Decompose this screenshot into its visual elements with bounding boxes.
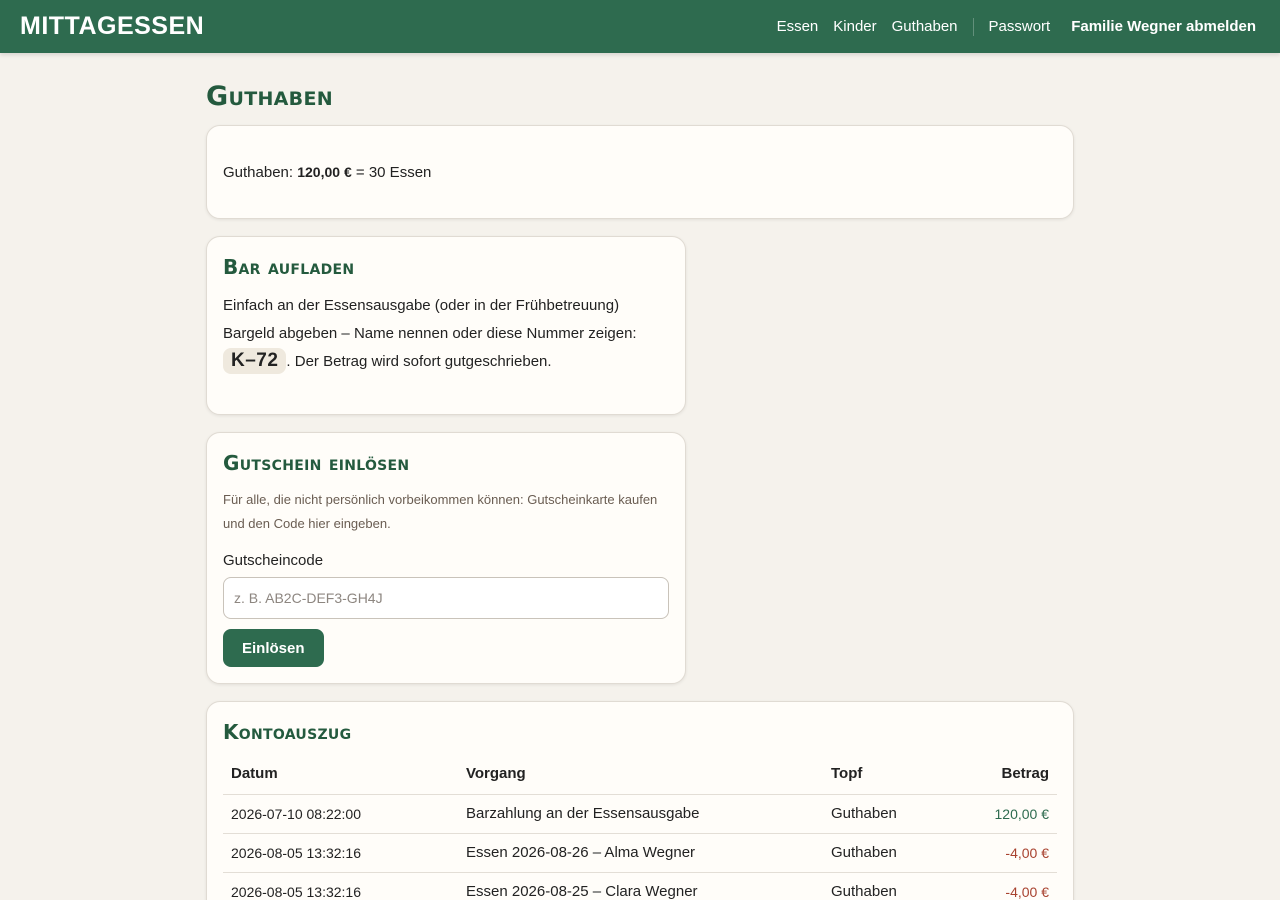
voucher-title: Gutschein einlösen — [223, 451, 410, 475]
balance-meals: = 30 Essen — [355, 163, 432, 181]
page-title: Guthaben — [206, 81, 333, 112]
statement-table: Datum Vorgang Topf Betrag 2026-07-10 08:… — [223, 757, 1057, 900]
nav-kinder[interactable]: Kinder — [833, 18, 876, 35]
table-row: 2026-07-10 08:22:00 Barzahlung an der Es… — [223, 794, 1057, 834]
row-amount: 120,00 € — [948, 794, 1057, 834]
brand-logo[interactable]: Mittagessen — [20, 12, 204, 41]
balance-amount: 120,00 € — [297, 163, 352, 180]
statement-card: Kontoauszug Datum Vorgang Topf Betrag 20… — [206, 701, 1074, 900]
nav-essen[interactable]: Essen — [777, 18, 819, 35]
voucher-card: Gutschein einlösen Für alle, die nicht p… — [206, 432, 686, 684]
balance-card: Guthaben: 120,00 € = 30 Essen — [206, 125, 1074, 219]
row-date: 2026-07-10 08:22:00 — [223, 794, 458, 834]
nav-guthaben[interactable]: Guthaben — [892, 18, 958, 35]
table-row: 2026-08-05 13:32:16 Essen 2026-08-25 – C… — [223, 872, 1057, 900]
row-amount: -4,00 € — [948, 833, 1057, 873]
row-description: Essen 2026-08-26 – Alma Wegner — [458, 833, 823, 873]
voucher-code-label: Gutscheincode — [223, 552, 324, 569]
top-navbar: Mittagessen Essen Kinder Guthaben Passwo… — [0, 0, 1280, 53]
row-date: 2026-08-05 13:32:16 — [223, 833, 458, 873]
voucher-hint: Für alle, die nicht persönlich vorbeikom… — [223, 492, 658, 531]
statement-title: Kontoauszug — [223, 720, 352, 744]
row-description: Barzahlung an der Essensausgabe — [458, 794, 823, 834]
balance-line: Guthaben: 120,00 € = 30 Essen — [223, 164, 431, 181]
cash-topup-title: Bar aufladen — [223, 255, 355, 279]
logout-link[interactable]: Familie Wegner abmelden — [1071, 18, 1256, 35]
redeem-button[interactable]: Einlösen — [223, 629, 324, 667]
table-header-row: Datum Vorgang Topf Betrag — [223, 757, 1057, 795]
balance-label: Guthaben: — [223, 163, 294, 181]
column-header-vorgang: Vorgang — [458, 757, 823, 795]
column-header-topf: Topf — [823, 757, 949, 795]
cash-text-after: . Der Betrag wird sofort gutgeschrieben. — [286, 353, 552, 370]
cash-topup-text: Einfach an der Essensausgabe (oder in de… — [223, 292, 669, 398]
row-pot: Guthaben — [823, 794, 949, 834]
voucher-code-input[interactable] — [223, 577, 669, 619]
nav-divider — [972, 17, 974, 36]
customer-code-badge: K–72 — [223, 348, 287, 374]
cash-topup-card: Bar aufladen Einfach an der Essensausgab… — [206, 236, 686, 415]
main-nav: Essen Kinder Guthaben Passwort Familie W… — [777, 17, 1256, 36]
row-amount: -4,00 € — [948, 872, 1057, 900]
main-content: Guthaben Guthaben: 120,00 € = 30 Essen B… — [206, 53, 1074, 900]
row-pot: Guthaben — [823, 833, 949, 873]
table-row: 2026-08-05 13:32:16 Essen 2026-08-26 – A… — [223, 833, 1057, 873]
row-pot: Guthaben — [823, 872, 949, 900]
row-description: Essen 2026-08-25 – Clara Wegner — [458, 872, 823, 900]
column-header-betrag: Betrag — [948, 757, 1057, 795]
cash-text-before: Einfach an der Essensausgabe (oder in de… — [223, 297, 637, 342]
nav-passwort[interactable]: Passwort — [989, 18, 1051, 35]
row-date: 2026-08-05 13:32:16 — [223, 872, 458, 900]
column-header-datum: Datum — [223, 757, 458, 795]
